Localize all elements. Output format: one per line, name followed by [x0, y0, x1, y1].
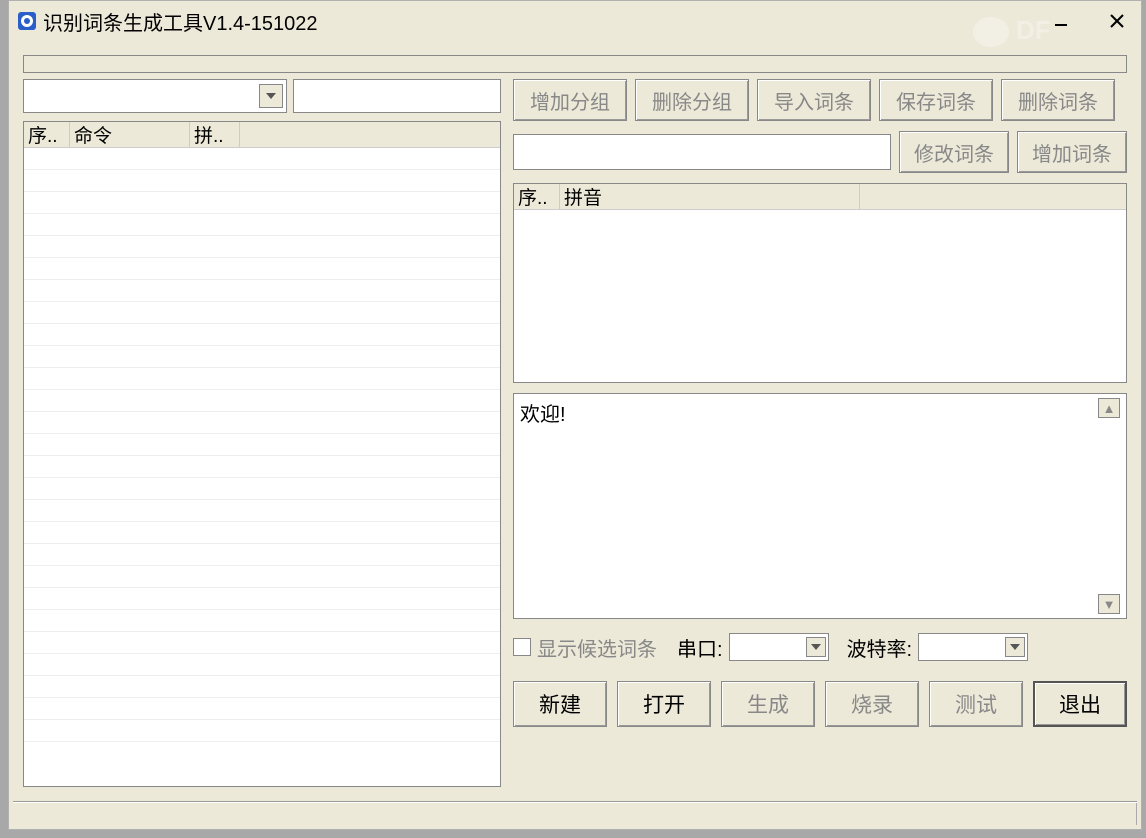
add-group-button[interactable]: 增加分组: [513, 79, 627, 121]
chevron-down-icon: [811, 644, 821, 650]
table-row[interactable]: [24, 676, 500, 698]
entry-edit-row: 修改词条 增加词条: [513, 131, 1127, 173]
left-pane: 序.. 命令 拼..: [23, 79, 501, 787]
modify-entry-button[interactable]: 修改词条: [899, 131, 1009, 173]
table-row[interactable]: [24, 632, 500, 654]
group-buttons-row: 增加分组 删除分组 导入词条 保存词条 删除词条: [513, 79, 1127, 121]
status-bar: [13, 801, 1137, 825]
table-row[interactable]: [24, 478, 500, 500]
col-pinyin-abbr[interactable]: 拼..: [190, 122, 240, 147]
titlebar: 识别词条生成工具V1.4-151022: [9, 1, 1141, 41]
col-seq[interactable]: 序..: [24, 122, 70, 147]
test-button[interactable]: 测试: [929, 681, 1023, 727]
pinyin-table-header: 序.. 拼音: [514, 184, 1126, 210]
table-row[interactable]: [24, 610, 500, 632]
baud-combo-button[interactable]: [1005, 637, 1025, 657]
window-controls: [1045, 9, 1133, 33]
top-empty-bar: [23, 55, 1127, 73]
chevron-down-icon: [266, 93, 276, 99]
delete-group-button[interactable]: 删除分组: [635, 79, 749, 121]
right-pane: 增加分组 删除分组 导入词条 保存词条 删除词条 修改词条 增加词条 序.. 拼…: [513, 79, 1127, 787]
content-area: 序.. 命令 拼..: [9, 41, 1141, 801]
table-row[interactable]: [24, 258, 500, 280]
chevron-down-icon: [1010, 644, 1020, 650]
command-table-header: 序.. 命令 拼..: [24, 122, 500, 148]
serial-port-label: 串口:: [677, 633, 723, 662]
table-row[interactable]: [24, 456, 500, 478]
window-title: 识别词条生成工具V1.4-151022: [43, 7, 1045, 36]
table-row[interactable]: [24, 368, 500, 390]
table-row[interactable]: [24, 236, 500, 258]
table-row[interactable]: [24, 500, 500, 522]
table-row[interactable]: [24, 148, 500, 170]
app-icon: [17, 11, 37, 31]
table-row[interactable]: [24, 302, 500, 324]
table-row[interactable]: [24, 522, 500, 544]
show-candidates-checkbox[interactable]: [513, 638, 531, 656]
table-row[interactable]: [24, 720, 500, 742]
serial-port-combo[interactable]: [729, 633, 829, 661]
new-button[interactable]: 新建: [513, 681, 607, 727]
table-row[interactable]: [24, 412, 500, 434]
pinyin-col-blank: [860, 184, 1126, 209]
add-entry-button[interactable]: 增加词条: [1017, 131, 1127, 173]
delete-entry-button[interactable]: 删除词条: [1001, 79, 1115, 121]
command-table-body: [24, 148, 500, 786]
table-row[interactable]: [24, 214, 500, 236]
options-row: 显示候选词条 串口: 波特率:: [513, 629, 1127, 665]
col-command[interactable]: 命令: [70, 122, 190, 147]
pinyin-col-seq[interactable]: 序..: [514, 184, 560, 209]
save-entry-button[interactable]: 保存词条: [879, 79, 993, 121]
minimize-button[interactable]: [1045, 9, 1077, 33]
combo-dropdown-button[interactable]: [259, 84, 283, 108]
main-area: 序.. 命令 拼..: [23, 79, 1127, 787]
table-row[interactable]: [24, 588, 500, 610]
scroll-up-icon[interactable]: ▲: [1098, 398, 1120, 418]
close-button[interactable]: [1101, 9, 1133, 33]
baud-rate-combo[interactable]: [918, 633, 1028, 661]
table-row[interactable]: [24, 280, 500, 302]
serial-combo-button[interactable]: [806, 637, 826, 657]
app-window: 识别词条生成工具V1.4-151022 DF: [8, 0, 1142, 830]
table-row[interactable]: [24, 566, 500, 588]
table-row[interactable]: [24, 346, 500, 368]
show-candidates-label: 显示候选词条: [537, 633, 657, 662]
scroll-down-icon[interactable]: ▼: [1098, 594, 1120, 614]
baud-rate-label: 波特率:: [847, 633, 913, 662]
col-blank: [240, 122, 500, 147]
open-button[interactable]: 打开: [617, 681, 711, 727]
generate-button[interactable]: 生成: [721, 681, 815, 727]
table-row[interactable]: [24, 390, 500, 412]
import-entry-button[interactable]: 导入词条: [757, 79, 871, 121]
exit-button[interactable]: 退出: [1033, 681, 1127, 727]
bottom-buttons: 新建 打开 生成 烧录 测试 退出: [513, 681, 1127, 727]
close-icon: [1109, 13, 1125, 29]
pinyin-col-pinyin[interactable]: 拼音: [560, 184, 860, 209]
table-row[interactable]: [24, 544, 500, 566]
log-box: 欢迎! ▲ ▼: [513, 393, 1127, 619]
minimize-icon: [1053, 13, 1069, 29]
table-row[interactable]: [24, 434, 500, 456]
group-name-field[interactable]: [293, 79, 501, 113]
flash-button[interactable]: 烧录: [825, 681, 919, 727]
table-row[interactable]: [24, 324, 500, 346]
log-scrollbar[interactable]: ▲ ▼: [1098, 398, 1120, 614]
group-combo[interactable]: [23, 79, 287, 113]
log-text: 欢迎!: [520, 398, 1098, 614]
table-row[interactable]: [24, 170, 500, 192]
table-row[interactable]: [24, 654, 500, 676]
pinyin-table[interactable]: 序.. 拼音: [513, 183, 1127, 383]
table-row[interactable]: [24, 192, 500, 214]
command-table[interactable]: 序.. 命令 拼..: [23, 121, 501, 787]
table-row[interactable]: [24, 698, 500, 720]
entry-edit-field[interactable]: [513, 134, 891, 170]
